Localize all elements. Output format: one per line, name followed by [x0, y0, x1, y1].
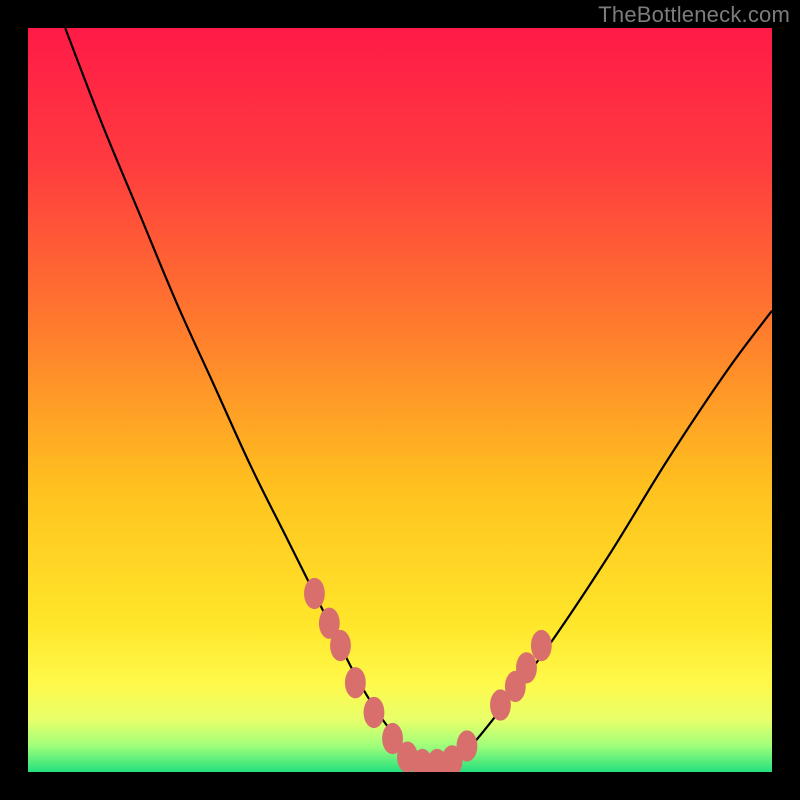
curve-spot — [364, 697, 385, 728]
plot-area — [28, 28, 772, 772]
curve-spot — [457, 730, 478, 761]
curve-spot — [304, 578, 325, 609]
curve-spot — [330, 630, 351, 661]
curve-spot — [531, 630, 552, 661]
curve-spot — [345, 667, 366, 698]
gradient-background — [28, 28, 772, 772]
chart-svg — [28, 28, 772, 772]
curve-spot — [516, 652, 537, 683]
watermark-text: TheBottleneck.com — [598, 2, 790, 28]
outer-frame: TheBottleneck.com — [0, 0, 800, 800]
